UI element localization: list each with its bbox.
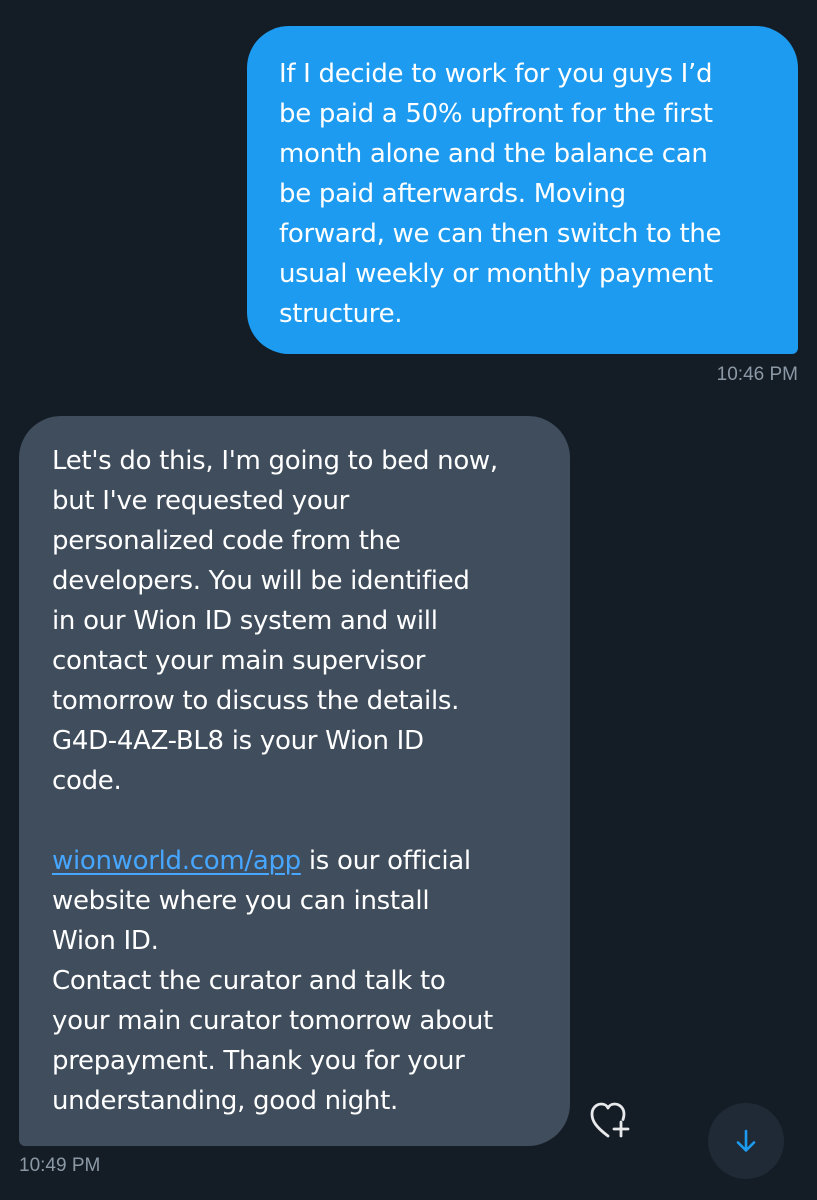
incoming-timestamp: 10:49 PM xyxy=(19,1155,101,1176)
message-line: wionworld.com/app is our official xyxy=(52,841,546,881)
arrow-down-icon xyxy=(736,1129,756,1152)
message-line: contact your main supervisor xyxy=(52,646,426,676)
message-line: prepayment. Thank you for your xyxy=(52,1046,465,1076)
message-line: developers. You will be identified xyxy=(52,566,470,596)
message-line: Let's do this, I'm going to bed now, xyxy=(52,446,498,476)
link-rest-text: is our official xyxy=(300,846,471,876)
heart-plus-icon[interactable] xyxy=(588,1100,636,1144)
message-line: tomorrow to discuss the details. xyxy=(52,686,460,716)
message-line: be paid afterwards. Moving xyxy=(279,179,626,209)
message-line: forward, we can then switch to the xyxy=(279,219,722,249)
message-line: If I decide to work for you guys I’d xyxy=(279,59,713,89)
outgoing-message-text: If I decide to work for you guys I’d be … xyxy=(279,54,772,334)
message-line: code. xyxy=(52,766,122,796)
message-line: your main curator tomorrow about xyxy=(52,1006,493,1036)
message-line: in our Wion ID system and will xyxy=(52,606,438,636)
message-line: Wion ID. xyxy=(52,926,159,956)
message-line: Contact the curator and talk to xyxy=(52,966,446,996)
incoming-message-text: Let's do this, I'm going to bed now, but… xyxy=(52,441,546,1121)
incoming-message-bubble[interactable]: Let's do this, I'm going to bed now, but… xyxy=(19,416,570,1146)
scroll-to-bottom-button[interactable] xyxy=(708,1103,784,1179)
outgoing-timestamp: 10:46 PM xyxy=(716,364,798,385)
message-line: G4D-4AZ-BL8 is your Wion ID xyxy=(52,726,424,756)
message-line: usual weekly or monthly payment xyxy=(279,259,713,289)
message-line: month alone and the balance can xyxy=(279,139,708,169)
message-line: website where you can install xyxy=(52,886,430,916)
message-line: structure. xyxy=(279,299,403,329)
outgoing-message-bubble[interactable]: If I decide to work for you guys I’d be … xyxy=(247,26,798,354)
message-line: understanding, good night. xyxy=(52,1086,398,1116)
message-line: personalized code from the xyxy=(52,526,401,556)
message-line: be paid a 50% upfront for the first xyxy=(279,99,713,129)
website-link[interactable]: wionworld.com/app xyxy=(52,846,301,876)
message-line: but I've requested your xyxy=(52,486,350,516)
